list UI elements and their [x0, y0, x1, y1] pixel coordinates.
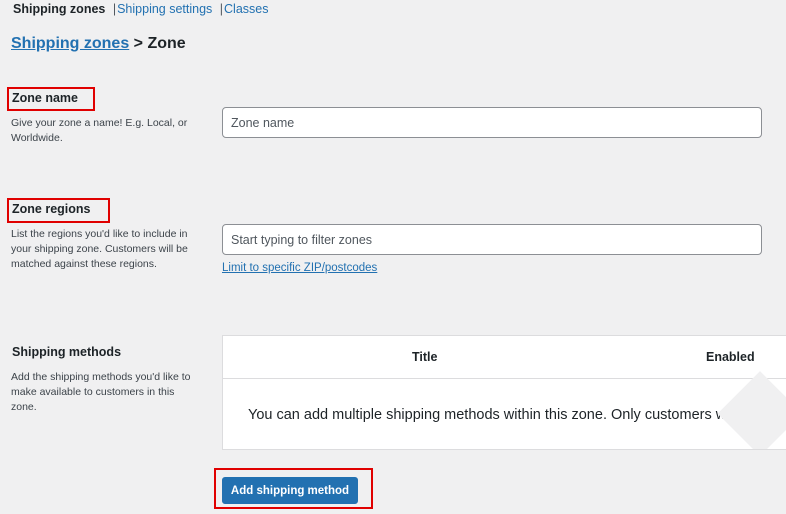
- page-title: Zone: [147, 35, 186, 52]
- subnav-shipping-settings[interactable]: Shipping settings: [117, 2, 212, 16]
- subnav-classes[interactable]: Classes: [224, 2, 268, 16]
- zone-name-title: Zone name: [12, 91, 78, 105]
- subnav-shipping-zones[interactable]: Shipping zones: [13, 2, 105, 16]
- decorative-corner: [717, 371, 786, 449]
- zone-name-input[interactable]: [222, 107, 762, 138]
- breadcrumb-separator: >: [129, 35, 148, 52]
- add-shipping-method-button[interactable]: Add shipping method: [222, 477, 358, 504]
- zone-regions-input[interactable]: [222, 224, 762, 255]
- column-header-enabled: Enabled: [706, 350, 755, 364]
- column-header-title: Title: [412, 350, 438, 364]
- zone-name-description: Give your zone a name! E.g. Local, or Wo…: [11, 117, 188, 144]
- table-header: Title Enabled: [223, 336, 786, 379]
- zone-regions-title: Zone regions: [12, 202, 91, 216]
- shipping-methods-description: Add the shipping methods you'd like to m…: [11, 371, 191, 413]
- shipping-methods-table: Title Enabled You can add multiple shipp…: [222, 335, 786, 450]
- breadcrumb-shipping-zones-link[interactable]: Shipping zones: [11, 35, 129, 52]
- subnav-separator: |: [219, 2, 224, 16]
- breadcrumb: Shipping zones > Zone: [11, 34, 186, 54]
- empty-methods-message: You can add multiple shipping methods wi…: [248, 407, 761, 423]
- zone-regions-description: List the regions you'd like to include i…: [11, 228, 188, 270]
- subnav-separator: |: [112, 2, 117, 16]
- shipping-methods-title: Shipping methods: [12, 345, 122, 359]
- settings-subnav: Shipping zones |Shipping settings |Class…: [13, 1, 269, 17]
- limit-zip-postcodes-link[interactable]: Limit to specific ZIP/postcodes: [222, 262, 377, 274]
